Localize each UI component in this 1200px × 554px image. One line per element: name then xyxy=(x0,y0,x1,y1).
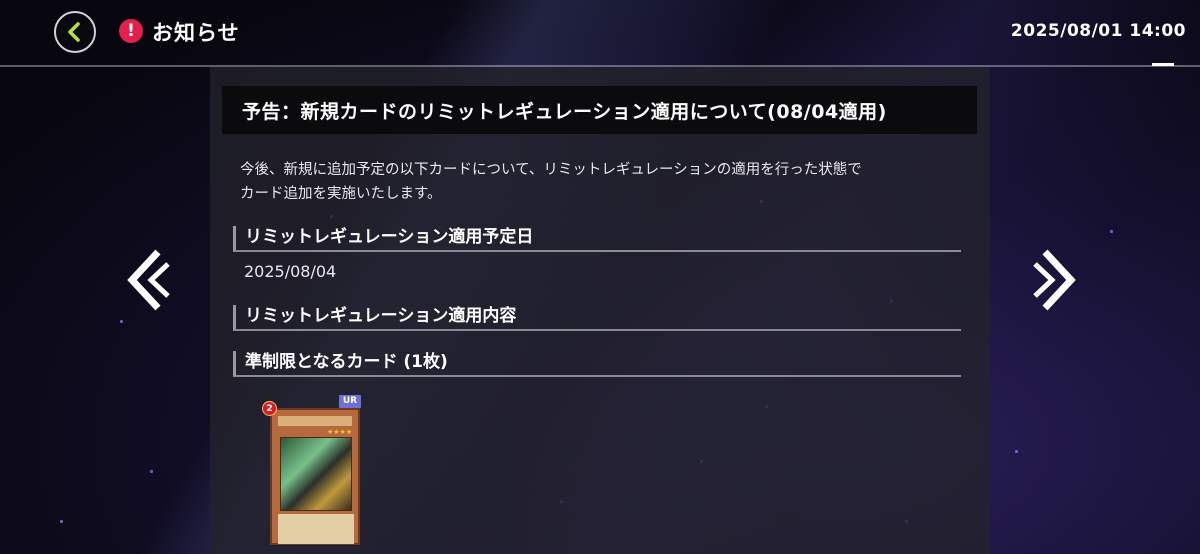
section-heading-apply-date: リミットレギュレーション適用予定日 xyxy=(233,226,961,252)
page-title: お知らせ xyxy=(152,21,240,45)
notice-body: 今後、新規に追加予定の以下カードについて、リミットレギュレーションの適用を行った… xyxy=(240,158,960,206)
exclamation-icon: ! xyxy=(119,19,143,43)
notice-headline-text: 予告：新規カードのリミットレギュレーション適用について(08/04適用) xyxy=(242,100,887,123)
card-artwork xyxy=(280,437,352,511)
section-heading-label: リミットレギュレーション適用内容 xyxy=(245,306,517,326)
card-thumbnail[interactable]: ★★★★ UR 2 xyxy=(262,395,362,545)
card-level-stars: ★★★★ xyxy=(327,428,353,436)
card-name-bar xyxy=(278,416,352,426)
header-divider xyxy=(0,65,1200,67)
notice-body-line: カード追加を実施いたします。 xyxy=(240,186,442,202)
section-heading-label: 準制限となるカード (1枚) xyxy=(245,352,448,372)
section-heading-apply-content: リミットレギュレーション適用内容 xyxy=(233,305,961,331)
double-chevron-right-icon[interactable] xyxy=(1025,240,1085,320)
chevron-left-icon xyxy=(68,22,80,42)
back-button[interactable] xyxy=(54,11,96,53)
apply-date-value: 2025/08/04 xyxy=(244,262,337,281)
notice-headline: 予告：新規カードのリミットレギュレーション適用について(08/04適用) xyxy=(222,86,977,134)
datetime-display: 2025/08/01 14:00 xyxy=(1010,21,1186,41)
section-heading-semi-limited: 準制限となるカード (1枚) xyxy=(233,351,961,377)
rarity-badge: UR xyxy=(339,395,361,408)
section-heading-label: リミットレギュレーション適用予定日 xyxy=(245,227,534,247)
limit-count-badge: 2 xyxy=(262,401,277,416)
corner-decoration xyxy=(1152,63,1174,66)
double-chevron-left-icon[interactable] xyxy=(118,240,178,320)
notice-body-line: 今後、新規に追加予定の以下カードについて、リミットレギュレーションの適用を行った… xyxy=(240,162,862,178)
card-frame: ★★★★ xyxy=(270,408,360,545)
card-description-box xyxy=(278,514,354,544)
